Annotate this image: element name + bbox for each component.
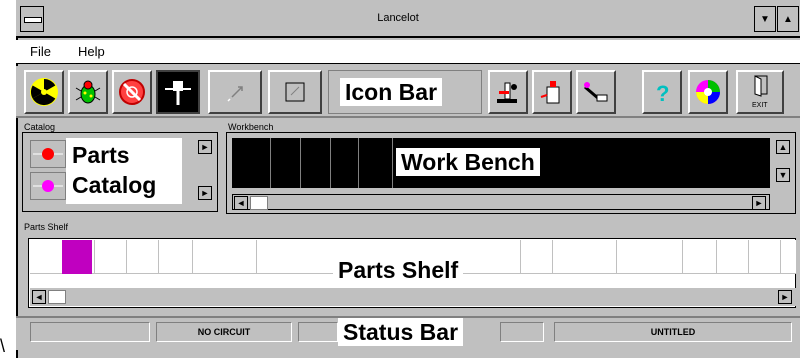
checkbox-button[interactable] — [268, 70, 322, 114]
window-title: Lancelot — [377, 12, 419, 24]
bug-button[interactable] — [68, 70, 108, 114]
no-entry-button[interactable] — [112, 70, 152, 114]
system-menu-icon — [24, 17, 42, 23]
maximize-button[interactable]: ▲ — [777, 6, 799, 32]
shelf-divider — [192, 240, 193, 274]
pointer-icon — [227, 86, 243, 102]
status-panel-filename: UNTITLED — [554, 322, 792, 342]
shelf-divider — [158, 240, 159, 274]
icon-bar-label: Icon Bar — [340, 78, 443, 106]
status-panel-1 — [30, 322, 150, 342]
shelf-divider — [520, 240, 521, 274]
shelf-hscrollbar[interactable] — [30, 288, 796, 306]
shelf-scroll-left[interactable]: ◄ — [32, 290, 46, 304]
catalog-scroll-right-top[interactable]: ► — [198, 140, 212, 154]
exit-text: EXIT — [752, 102, 768, 109]
radiation-icon — [30, 78, 58, 106]
workbench-gridline — [330, 138, 331, 188]
exit-button[interactable]: EXIT — [736, 70, 784, 114]
status-panel-circuit: NO CIRCUIT — [156, 322, 292, 342]
minimize-button[interactable]: ▼ — [754, 6, 776, 32]
workbench-section-label: Workbench — [228, 122, 274, 132]
shelf-divider — [552, 240, 553, 274]
shelf-divider — [748, 240, 749, 274]
shelf-selected-part[interactable] — [62, 240, 92, 274]
bottle-button[interactable] — [532, 70, 572, 114]
system-menu-button[interactable] — [20, 6, 44, 32]
shelf-label: Parts Shelf — [333, 256, 464, 284]
workbench-scroll-thumb[interactable] — [250, 196, 268, 210]
menu-file[interactable]: File — [30, 44, 51, 59]
workbench-gridline — [300, 138, 301, 188]
shelf-section-label: Parts Shelf — [24, 222, 69, 232]
magenta-part-icon — [33, 180, 63, 192]
shelf-divider — [256, 240, 257, 274]
workbench-scroll-down[interactable]: ▼ — [776, 168, 790, 182]
bottle-icon — [540, 81, 560, 104]
shelf-divider — [716, 240, 717, 274]
tools-icon — [584, 82, 608, 102]
shelf-divider — [126, 240, 127, 274]
hammer-button[interactable] — [156, 70, 200, 114]
catalog-scroll-right-bottom[interactable]: ► — [198, 186, 212, 200]
workbench-hscrollbar[interactable] — [232, 194, 770, 210]
microscope-button[interactable] — [488, 70, 528, 114]
checkbox-icon — [285, 82, 305, 102]
status-panel-3 — [298, 322, 338, 342]
shelf-divider — [682, 240, 683, 274]
catalog-label-line2: Catalog — [72, 172, 157, 198]
menu-help[interactable]: Help — [78, 44, 105, 59]
workbench-scroll-up[interactable]: ▲ — [776, 140, 790, 154]
workbench-scroll-right[interactable]: ► — [752, 196, 766, 210]
pointer-button[interactable] — [208, 70, 262, 114]
shelf-scroll-thumb[interactable] — [48, 290, 66, 304]
shelf-divider — [780, 240, 781, 274]
workbench-gridline — [270, 138, 271, 188]
workbench-gridline — [392, 138, 393, 188]
help-icon: ? — [656, 81, 669, 106]
svg-text:?: ? — [656, 81, 669, 106]
microscope-icon — [497, 82, 517, 103]
color-wheel-button[interactable] — [688, 70, 728, 114]
status-panel-4 — [500, 322, 544, 342]
hammer-icon — [165, 81, 191, 105]
no-entry-icon — [119, 79, 145, 105]
workbench-gridline — [358, 138, 359, 188]
red-part-icon — [33, 148, 63, 160]
catalog-label-line1: Parts — [72, 142, 130, 168]
workbench-label: Work Bench — [396, 148, 540, 176]
catalog-item-2[interactable] — [30, 172, 66, 200]
radiation-button[interactable] — [24, 70, 64, 114]
status-bar-label: Status Bar — [338, 318, 464, 346]
catalog-item-1[interactable] — [30, 140, 66, 168]
menu-bar — [16, 40, 800, 64]
bug-icon — [75, 80, 101, 104]
margin-mark: \ — [0, 336, 6, 356]
shelf-divider — [616, 240, 617, 274]
color-wheel-icon — [696, 80, 720, 104]
tools-button[interactable] — [576, 70, 616, 114]
help-button[interactable]: ? — [642, 70, 682, 114]
shelf-scroll-right[interactable]: ► — [778, 290, 792, 304]
catalog-section-label: Catalog — [24, 122, 56, 132]
shelf-divider — [94, 240, 95, 274]
workbench-scroll-left[interactable]: ◄ — [234, 196, 248, 210]
